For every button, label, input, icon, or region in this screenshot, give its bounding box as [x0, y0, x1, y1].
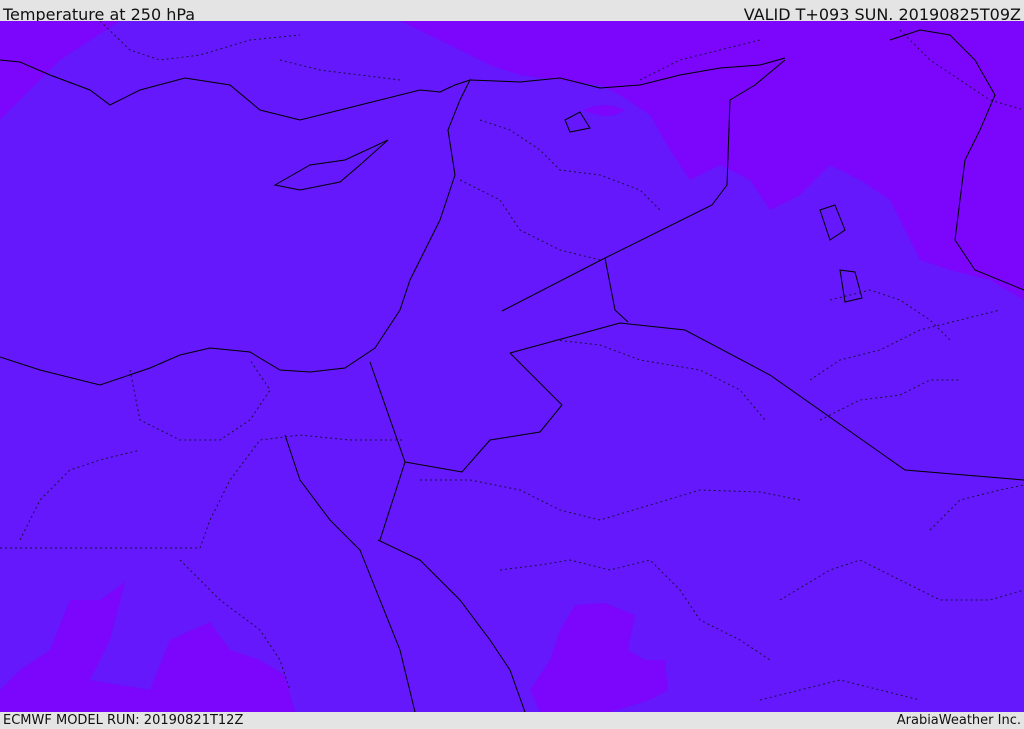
model-run-label: ECMWF MODEL RUN: 20190821T12Z: [3, 713, 244, 728]
map-title: Temperature at 250 hPa: [3, 5, 196, 21]
weather-map[interactable]: [0, 21, 1024, 712]
map-footer: ECMWF MODEL RUN: 20190821T12Z ArabiaWeat…: [0, 712, 1024, 729]
valid-time: VALID T+093 SUN. 20190825T09Z: [743, 5, 1021, 21]
map-header: Temperature at 250 hPa VALID T+093 SUN. …: [0, 0, 1024, 21]
credit-label: ArabiaWeather Inc.: [896, 713, 1021, 728]
